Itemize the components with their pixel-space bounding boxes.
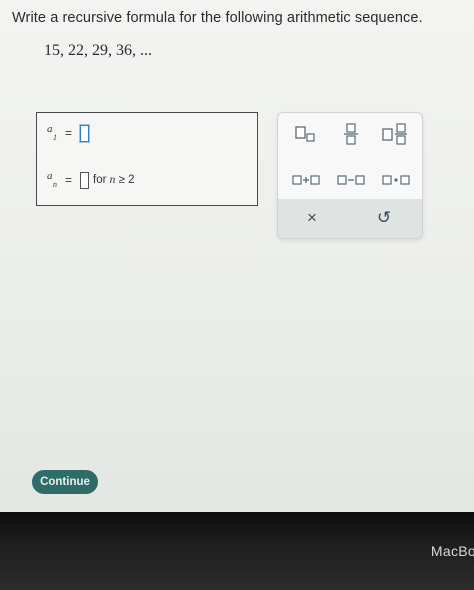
undo-button[interactable]: ↺ <box>364 203 404 233</box>
equals-sign: = <box>65 126 73 140</box>
recursive-formula-input[interactable] <box>80 171 90 189</box>
multiplication-icon[interactable] <box>376 167 416 193</box>
clear-button[interactable]: × <box>292 203 332 233</box>
domain-condition: for n ≥ 2 <box>93 174 135 186</box>
first-term-input[interactable] <box>80 124 90 142</box>
mixed-number-icon[interactable] <box>376 121 416 147</box>
question-instruction: Write a recursive formula for the follow… <box>12 10 423 26</box>
equals-sign: = <box>65 173 73 187</box>
first-term-variable: a 1 <box>47 123 57 142</box>
recursive-term-row: a n = for n ≥ 2 <box>45 168 135 192</box>
sequence-terms: 15, 22, 29, 36, ... <box>44 42 152 59</box>
answer-box: a 1 = a n = for n ≥ 2 <box>36 112 258 206</box>
addition-icon[interactable] <box>286 167 326 193</box>
math-palette: × ↺ <box>277 112 423 239</box>
continue-button[interactable]: Continue <box>32 470 98 494</box>
laptop-bezel <box>0 512 474 590</box>
palette-action-bar: × ↺ <box>278 199 422 238</box>
screen: Write a recursive formula for the follow… <box>0 0 474 512</box>
first-term-row: a 1 = <box>45 121 90 145</box>
device-brand-text: MacBo <box>430 543 474 559</box>
fraction-icon[interactable] <box>331 121 371 147</box>
nth-term-variable: a n <box>47 170 57 189</box>
subscript-icon[interactable] <box>286 121 326 147</box>
subtraction-icon[interactable] <box>331 167 371 193</box>
